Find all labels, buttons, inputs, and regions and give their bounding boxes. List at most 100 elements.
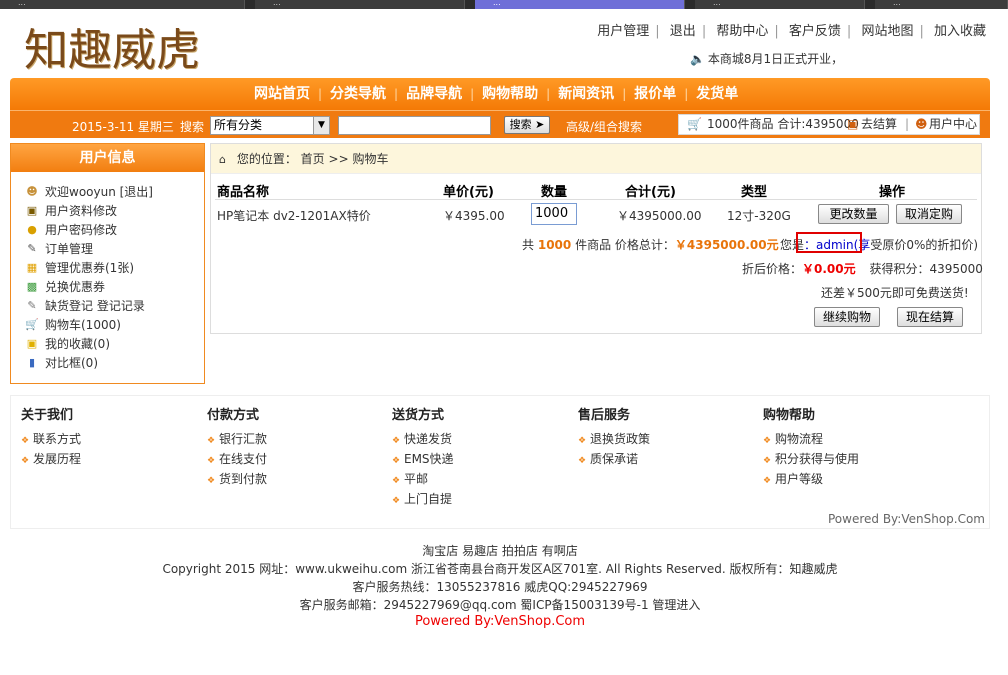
cart-icon: 🛒: [25, 317, 39, 331]
bullet-icon: ❖: [392, 456, 401, 466]
chevron-down-icon[interactable]: ▼: [313, 117, 329, 134]
product-type: 12寸-320G: [727, 209, 791, 223]
bullet-icon: ❖: [207, 476, 216, 486]
sidebar-item-label: 缺货登记 登记记录: [45, 299, 145, 313]
coupon-icon: ▦: [26, 260, 38, 274]
link-user-management[interactable]: 用户管理: [597, 24, 649, 39]
link-feedback[interactable]: 客户反馈: [789, 24, 841, 39]
sidebar-item-register[interactable]: ✎ 缺货登记 登记记录: [25, 296, 204, 315]
user-sidebar: 用户信息 ☻ 欢迎wooyun [退出] ▣ 用户资料修改 ● 用户密码修改 ✎ 订单管…: [10, 143, 205, 384]
link-separator: |: [655, 24, 660, 39]
sidebar-item-label: 用户密码修改: [45, 223, 118, 237]
footer-col-title: 关于我们: [21, 408, 74, 423]
footer-col-payment: 付款方式 ❖ 银行汇款 ❖ 在线支付 ❖ 货到付款: [207, 404, 267, 490]
bullet-icon: ❖: [21, 436, 30, 446]
cancel-order-button[interactable]: 取消定购: [896, 204, 962, 224]
link-separator: |: [774, 24, 779, 39]
contact-email: 客户服务邮箱：2945227969@qq.com 蜀ICP备15003139号-…: [299, 598, 701, 612]
footer-link[interactable]: ❖ 积分获得与使用: [763, 450, 859, 470]
search-button[interactable]: 搜索 ➤: [504, 116, 550, 134]
advanced-search-link[interactable]: 高级/组合搜索: [566, 118, 642, 135]
search-input[interactable]: [338, 116, 491, 135]
footer-link[interactable]: ❖ 上门自提: [392, 490, 454, 510]
mini-cart-summary[interactable]: 1000件商品 合计:4395000: [707, 115, 859, 134]
sidebar-item-coupons[interactable]: ▦ 管理优惠券(1张): [25, 258, 204, 277]
sidebar-item-password[interactable]: ● 用户密码修改: [25, 220, 204, 239]
breadcrumb-separator: >>: [328, 152, 349, 166]
update-quantity-button[interactable]: 更改数量: [818, 204, 889, 224]
sidebar-item-favorites[interactable]: ▣ 我的收藏(0): [25, 334, 204, 353]
profile-icon: ▣: [26, 203, 38, 217]
breadcrumb-home[interactable]: 首页: [301, 152, 325, 166]
nav-news[interactable]: 新闻资讯: [550, 78, 622, 110]
cart-icon: 🛒: [687, 117, 702, 131]
browser-tab[interactable]: ...: [875, 0, 1008, 9]
speaker-icon: 🔈: [690, 52, 705, 66]
sidebar-item-exchange[interactable]: ▩ 兑换优惠券: [25, 277, 204, 296]
footer-link[interactable]: ❖ 发展历程: [21, 450, 81, 470]
footer-link[interactable]: ❖ 银行汇款: [207, 430, 267, 450]
bullet-icon: ❖: [578, 456, 587, 466]
browser-tab[interactable]: ...: [0, 0, 245, 9]
checkout-icon: ▣: [847, 117, 859, 131]
browser-tab[interactable]: ...: [695, 0, 865, 9]
footer-link[interactable]: ❖ 快递发货: [392, 430, 454, 450]
member-discount-suffix: 受原价0%的折扣价): [870, 238, 979, 252]
sidebar-item-orders[interactable]: ✎ 订单管理: [25, 239, 204, 258]
footer-link[interactable]: ❖ 联系方式: [21, 430, 81, 450]
nav-quote[interactable]: 报价单: [626, 78, 684, 110]
sidebar-item-profile[interactable]: ▣ 用户资料修改: [25, 201, 204, 220]
current-date: 2015-3-11 星期三: [72, 120, 174, 134]
footer-link[interactable]: ❖ 货到付款: [207, 470, 267, 490]
nav-shipping[interactable]: 发货单: [688, 78, 746, 110]
category-select[interactable]: 所有分类 ▼: [210, 116, 330, 135]
product-total: ￥4395000.00: [617, 209, 702, 223]
partner-links[interactable]: 淘宝店 易趣店 拍拍店 有啊店: [0, 542, 1000, 559]
nav-brand[interactable]: 品牌导航: [398, 78, 470, 110]
sidebar-item-welcome[interactable]: ☻ 欢迎wooyun [退出]: [25, 182, 204, 201]
sidebar-item-compare[interactable]: ▮ 对比框(0): [25, 353, 204, 372]
checkout-link[interactable]: 去结算: [861, 115, 897, 134]
footer-link[interactable]: ❖ 平邮: [392, 470, 454, 490]
link-logout[interactable]: 退出: [670, 24, 696, 39]
user-icon: ☻: [915, 117, 928, 131]
footer-link[interactable]: ❖ 用户等级: [763, 470, 859, 490]
highlight-box: [796, 232, 862, 253]
user-center-link[interactable]: 用户中心: [929, 115, 977, 134]
checkout-now-button[interactable]: 现在结算: [897, 307, 963, 327]
powered-by-link[interactable]: Powered By:VenShop.Com: [828, 512, 985, 526]
link-separator: |: [919, 24, 924, 39]
nav-shopping-help[interactable]: 购物帮助: [474, 78, 546, 110]
footer-col-about: 关于我们 ❖ 联系方式 ❖ 发展历程: [21, 404, 81, 470]
footer-col-title: 付款方式: [207, 408, 260, 423]
quantity-input[interactable]: 1000: [531, 203, 577, 225]
discount-label: 折后价格：: [742, 262, 803, 276]
browser-tab-active[interactable]: ...: [475, 0, 685, 9]
link-add-favorite[interactable]: 加入收藏: [934, 24, 986, 39]
chart-icon: ▮: [28, 355, 36, 369]
nav-category[interactable]: 分类导航: [322, 78, 394, 110]
powered-by-bottom[interactable]: Powered By:VenShop.Com: [0, 614, 1000, 629]
nav-home[interactable]: 网站首页: [246, 78, 318, 110]
product-name[interactable]: HP笔记本 dv2-1201AX特价: [217, 207, 371, 224]
sidebar-item-cart[interactable]: 🛒 购物车(1000): [25, 315, 204, 334]
mini-cart-separator: |: [905, 117, 910, 131]
column-header-total: 合计(元): [625, 185, 676, 200]
footer-info: 关于我们 ❖ 联系方式 ❖ 发展历程 付款方式 ❖ 银行汇款 ❖ 在线支付 ❖ 货到付款 …: [10, 395, 990, 529]
column-header-actions: 操作: [879, 185, 906, 200]
footer-link[interactable]: ❖ 质保承诺: [578, 450, 650, 470]
footer-link[interactable]: ❖ 退换货政策: [578, 430, 650, 450]
link-site-map[interactable]: 网站地图: [861, 24, 913, 39]
footer-link[interactable]: ❖ 在线支付: [207, 450, 267, 470]
browser-tab[interactable]: ...: [255, 0, 465, 9]
footer-link[interactable]: ❖ EMS快递: [392, 450, 454, 470]
lock-icon: ●: [27, 222, 37, 236]
site-logo[interactable]: 知趣威虎: [24, 14, 200, 78]
footer-col-title: 购物帮助: [763, 408, 816, 423]
footer-link[interactable]: ❖ 购物流程: [763, 430, 859, 450]
search-label: 搜索: [180, 120, 205, 134]
top-links: 用户管理 | 退出 | 帮助中心 | 客户反馈 | 网站地图 | 加入收藏: [597, 20, 986, 39]
link-help-center[interactable]: 帮助中心: [716, 24, 768, 39]
sidebar-item-label: 购物车(1000): [45, 318, 121, 332]
continue-shopping-button[interactable]: 继续购物: [814, 307, 880, 327]
